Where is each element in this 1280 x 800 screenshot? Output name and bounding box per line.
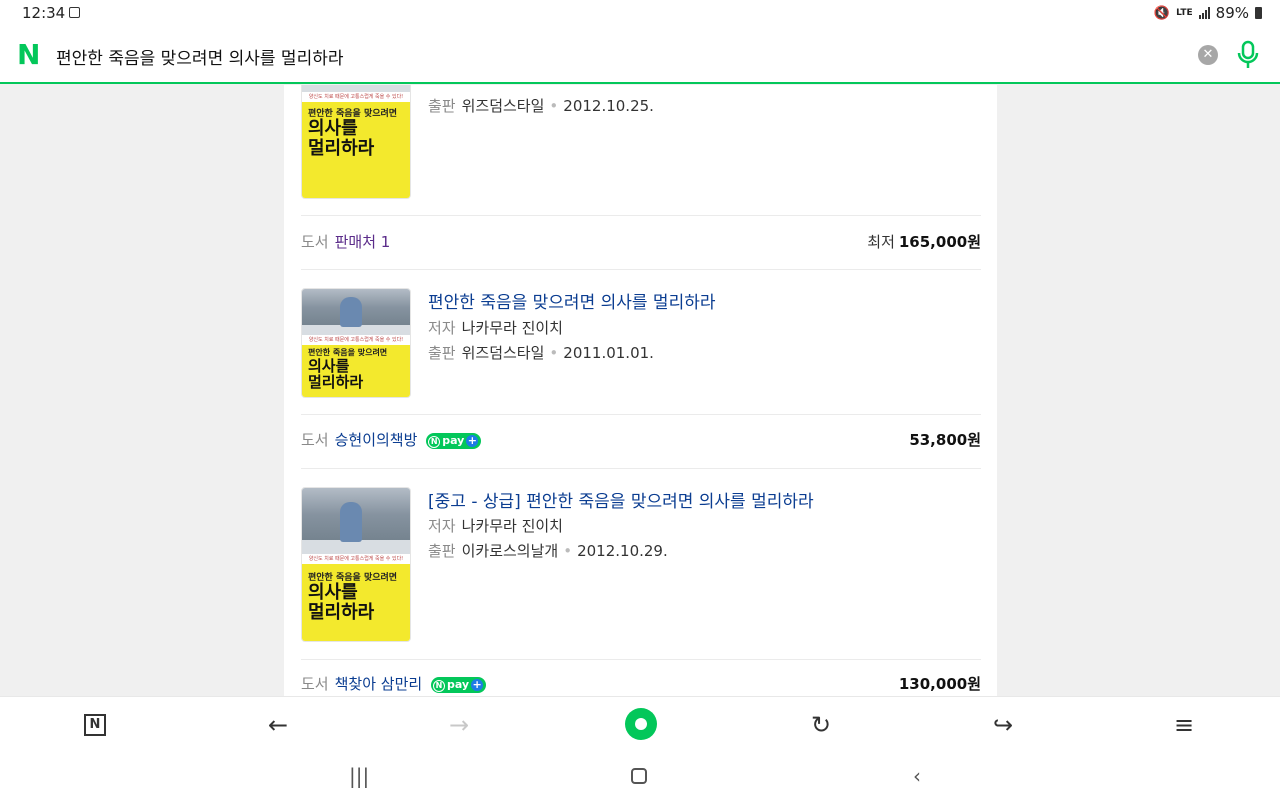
divider — [301, 215, 981, 216]
price: 최저 165,000원 — [867, 233, 981, 251]
signal-icon — [1198, 7, 1210, 19]
clear-search-button[interactable]: ✕ — [1198, 45, 1218, 65]
npay-n-icon: N — [428, 436, 441, 448]
cover-photo — [302, 289, 410, 335]
home-icon[interactable] — [631, 768, 647, 784]
result-title[interactable]: 편안한 죽음을 맞으려면 의사를 멀리하라 — [428, 288, 716, 313]
publisher-line: 출판 위즈덤스타일 • 2011.01.01. — [428, 344, 654, 362]
book-thumbnail[interactable]: 양신도 치료 때문에 고통스럽게 죽을 수 있다! 편안한 죽음을 맞으려면 의… — [301, 487, 411, 642]
naver-home-icon[interactable]: N — [84, 714, 106, 736]
system-navigation-bar: ||| ‹ — [0, 752, 1280, 800]
microphone-icon[interactable] — [1234, 39, 1262, 71]
cover-photo — [302, 488, 410, 554]
store-row[interactable]: 도서 승현이의책방 Npay + 53,800원 — [301, 429, 981, 453]
seller-link[interactable]: 승현이의책방 — [335, 431, 418, 449]
store-row[interactable]: 도서 판매처 1 최저 165,000원 — [301, 231, 981, 255]
author-line: 저자 나카무라 진이치 — [428, 319, 563, 337]
seller-link[interactable]: 책찾아 삼만리 — [335, 675, 423, 693]
price: 130,000원 — [898, 675, 981, 693]
book-thumbnail[interactable]: 양신도 치료 때문에 고통스럽게 죽을 수 있다! 편안한 죽음을 맞으려면 의… — [301, 85, 411, 199]
forward-button[interactable]: → — [443, 709, 475, 741]
cover-text: 편안한 죽음을 맞으려면 의사를 멀리하라 — [302, 102, 410, 198]
lte-icon: LTE — [1176, 7, 1193, 18]
system-back-icon[interactable]: ‹ — [913, 764, 921, 788]
cover-strip: 양신도 치료 때문에 고통스럽게 죽을 수 있다! — [302, 92, 410, 102]
battery-percent: 89% — [1215, 4, 1249, 22]
mute-icon: 🔇 — [1153, 5, 1171, 21]
book-thumbnail[interactable]: 양신도 치료 때문에 고통스럽게 죽을 수 있다! 편안한 죽음을 맞으려면 의… — [301, 288, 411, 398]
green-dot-button[interactable] — [625, 708, 657, 740]
back-button[interactable]: ← — [262, 709, 294, 741]
search-input[interactable]: 편안한 죽음을 맞으려면 의사를 멀리하라 — [56, 44, 344, 69]
results-panel: 양신도 치료 때문에 고통스럽게 죽을 수 있다! 편안한 죽음을 맞으려면 의… — [284, 85, 997, 696]
divider — [301, 659, 981, 660]
refresh-button[interactable]: ↻ — [805, 709, 837, 741]
author-line: 저자 나카무라 진이치 — [428, 517, 563, 535]
status-indicators: 🔇 LTE 89% — [1154, 4, 1262, 22]
status-time: 12:34 — [22, 4, 66, 22]
search-bar: N 편안한 죽음을 맞으려면 의사를 멀리하라 ✕ — [0, 26, 1280, 84]
cover-text: 편안한 죽음을 맞으려면 의사를 멀리하라 — [302, 564, 410, 641]
status-bar: 12:34 🔇 LTE 89% — [0, 0, 1280, 26]
seller-link[interactable]: 판매처 1 — [335, 233, 391, 251]
publisher-line: 출판 이카로스의날개 • 2012.10.29. — [428, 542, 668, 560]
npay-n-icon: N — [432, 680, 445, 692]
naver-logo-icon[interactable]: N — [17, 41, 43, 69]
result-title[interactable]: [중고 - 상급] 편안한 죽음을 맞으려면 의사를 멀리하라 — [428, 487, 814, 512]
notification-icon — [69, 7, 80, 18]
browser-toolbar: N ← → ↻ ↪ ≡ — [0, 696, 1280, 752]
divider — [301, 269, 981, 270]
cover-text: 편안한 죽음을 맞으려면 의사를 멀리하라 — [302, 345, 410, 397]
npay-badge: Npay + — [430, 677, 487, 693]
menu-button[interactable]: ≡ — [1168, 709, 1200, 741]
npay-badge: Npay + — [426, 433, 482, 449]
cover-photo — [302, 85, 410, 92]
price: 53,800원 — [909, 431, 981, 449]
share-button[interactable]: ↪ — [987, 709, 1019, 741]
recent-apps-icon[interactable]: ||| — [349, 764, 369, 788]
divider — [301, 414, 981, 415]
divider — [301, 468, 981, 469]
store-row[interactable]: 도서 책찾아 삼만리 Npay + 130,000원 — [301, 673, 981, 696]
publisher-line: 출판 위즈덤스타일 • 2012.10.25. — [428, 97, 654, 115]
battery-icon — [1255, 7, 1262, 19]
